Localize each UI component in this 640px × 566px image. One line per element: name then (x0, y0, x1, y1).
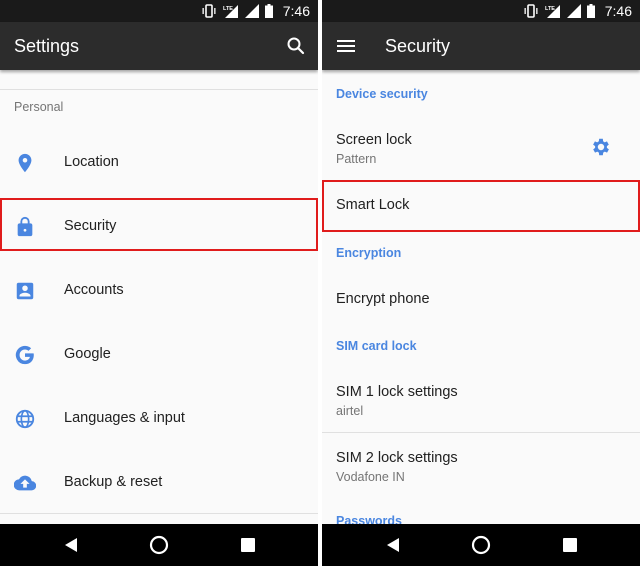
vibrate-icon (202, 4, 216, 18)
divider (0, 89, 318, 90)
battery-icon (586, 4, 595, 18)
security-screen: LTE 7:46 Security Device security Screen… (322, 0, 640, 566)
status-bar: LTE 7:46 (0, 0, 318, 22)
signal-icon (244, 4, 259, 18)
app-bar: Security (322, 22, 640, 70)
vibrate-icon (524, 4, 538, 18)
status-time: 7:46 (604, 3, 632, 19)
section-header-device-security: Device security (336, 87, 428, 101)
section-header-encryption: Encryption (336, 246, 402, 260)
location-pin-icon (18, 153, 32, 173)
settings-screen: LTE 7:46 Settings Personal Location Secu… (0, 0, 318, 566)
recent-apps-button[interactable] (560, 535, 580, 555)
divider (0, 513, 318, 514)
section-header-passwords: Passwords (336, 514, 403, 524)
settings-item-label: Languages & input (64, 410, 185, 426)
google-g-icon (15, 345, 34, 365)
app-bar: Settings (0, 22, 318, 70)
account-box-icon (16, 282, 34, 300)
item-subtitle: Pattern (336, 152, 377, 166)
settings-item-label: Backup & reset (64, 474, 163, 490)
lte-signal-icon: LTE (545, 5, 560, 18)
home-button[interactable] (471, 535, 491, 555)
item-subtitle: Vodafone IN (336, 470, 405, 484)
home-button[interactable] (149, 535, 169, 555)
back-button[interactable] (62, 535, 82, 555)
section-header-personal: Personal (14, 100, 64, 114)
lte-signal-icon: LTE (223, 5, 238, 18)
settings-item-label: Accounts (64, 282, 124, 298)
navigation-bar (322, 524, 640, 566)
sim1-lock-settings-item[interactable]: SIM 1 lock settings airtel (322, 366, 640, 432)
sim2-lock-settings-item[interactable]: SIM 2 lock settings Vodafone IN (322, 433, 640, 497)
cloud-upload-icon (14, 475, 36, 491)
screen-lock-item[interactable]: Screen lock Pattern (322, 114, 640, 178)
item-title: Encrypt phone (336, 291, 430, 307)
svg-text:LTE: LTE (545, 6, 555, 12)
item-title: SIM 1 lock settings (336, 384, 458, 400)
settings-item-accounts[interactable]: Accounts (0, 259, 318, 323)
battery-icon (264, 4, 273, 18)
signal-icon (566, 4, 581, 18)
settings-item-label: Security (64, 218, 117, 234)
status-bar: LTE 7:46 (322, 0, 640, 22)
status-time: 7:46 (282, 3, 310, 19)
recent-apps-button[interactable] (238, 535, 258, 555)
page-title: Security (385, 36, 451, 56)
svg-text:LTE: LTE (223, 6, 233, 12)
gear-icon[interactable] (590, 136, 612, 158)
menu-button[interactable] (334, 34, 358, 58)
item-title: Screen lock (336, 132, 412, 148)
smart-lock-item[interactable]: Smart Lock (322, 180, 640, 232)
settings-item-backup-reset[interactable]: Backup & reset (0, 451, 318, 515)
globe-icon (15, 409, 35, 429)
page-title: Settings (14, 36, 80, 56)
settings-item-label: Location (64, 154, 119, 170)
search-button[interactable] (284, 34, 308, 58)
section-header-sim-card-lock: SIM card lock (336, 339, 417, 353)
item-subtitle: airtel (336, 404, 364, 418)
encrypt-phone-item[interactable]: Encrypt phone (322, 270, 640, 326)
search-icon (287, 37, 305, 55)
navigation-bar (0, 524, 318, 566)
settings-item-languages-input[interactable]: Languages & input (0, 387, 318, 451)
settings-list: Personal Location Security Accounts Goog… (0, 70, 318, 524)
hamburger-menu-icon (337, 40, 355, 52)
settings-item-google[interactable]: Google (0, 323, 318, 387)
security-list: Device security Screen lock Pattern Smar… (322, 70, 640, 524)
lock-icon (17, 216, 33, 237)
item-title: Smart Lock (336, 197, 410, 213)
settings-item-location[interactable]: Location (0, 131, 318, 195)
back-button[interactable] (384, 535, 404, 555)
settings-item-security[interactable]: Security (0, 195, 318, 259)
settings-item-label: Google (64, 346, 111, 362)
item-title: SIM 2 lock settings (336, 450, 458, 466)
